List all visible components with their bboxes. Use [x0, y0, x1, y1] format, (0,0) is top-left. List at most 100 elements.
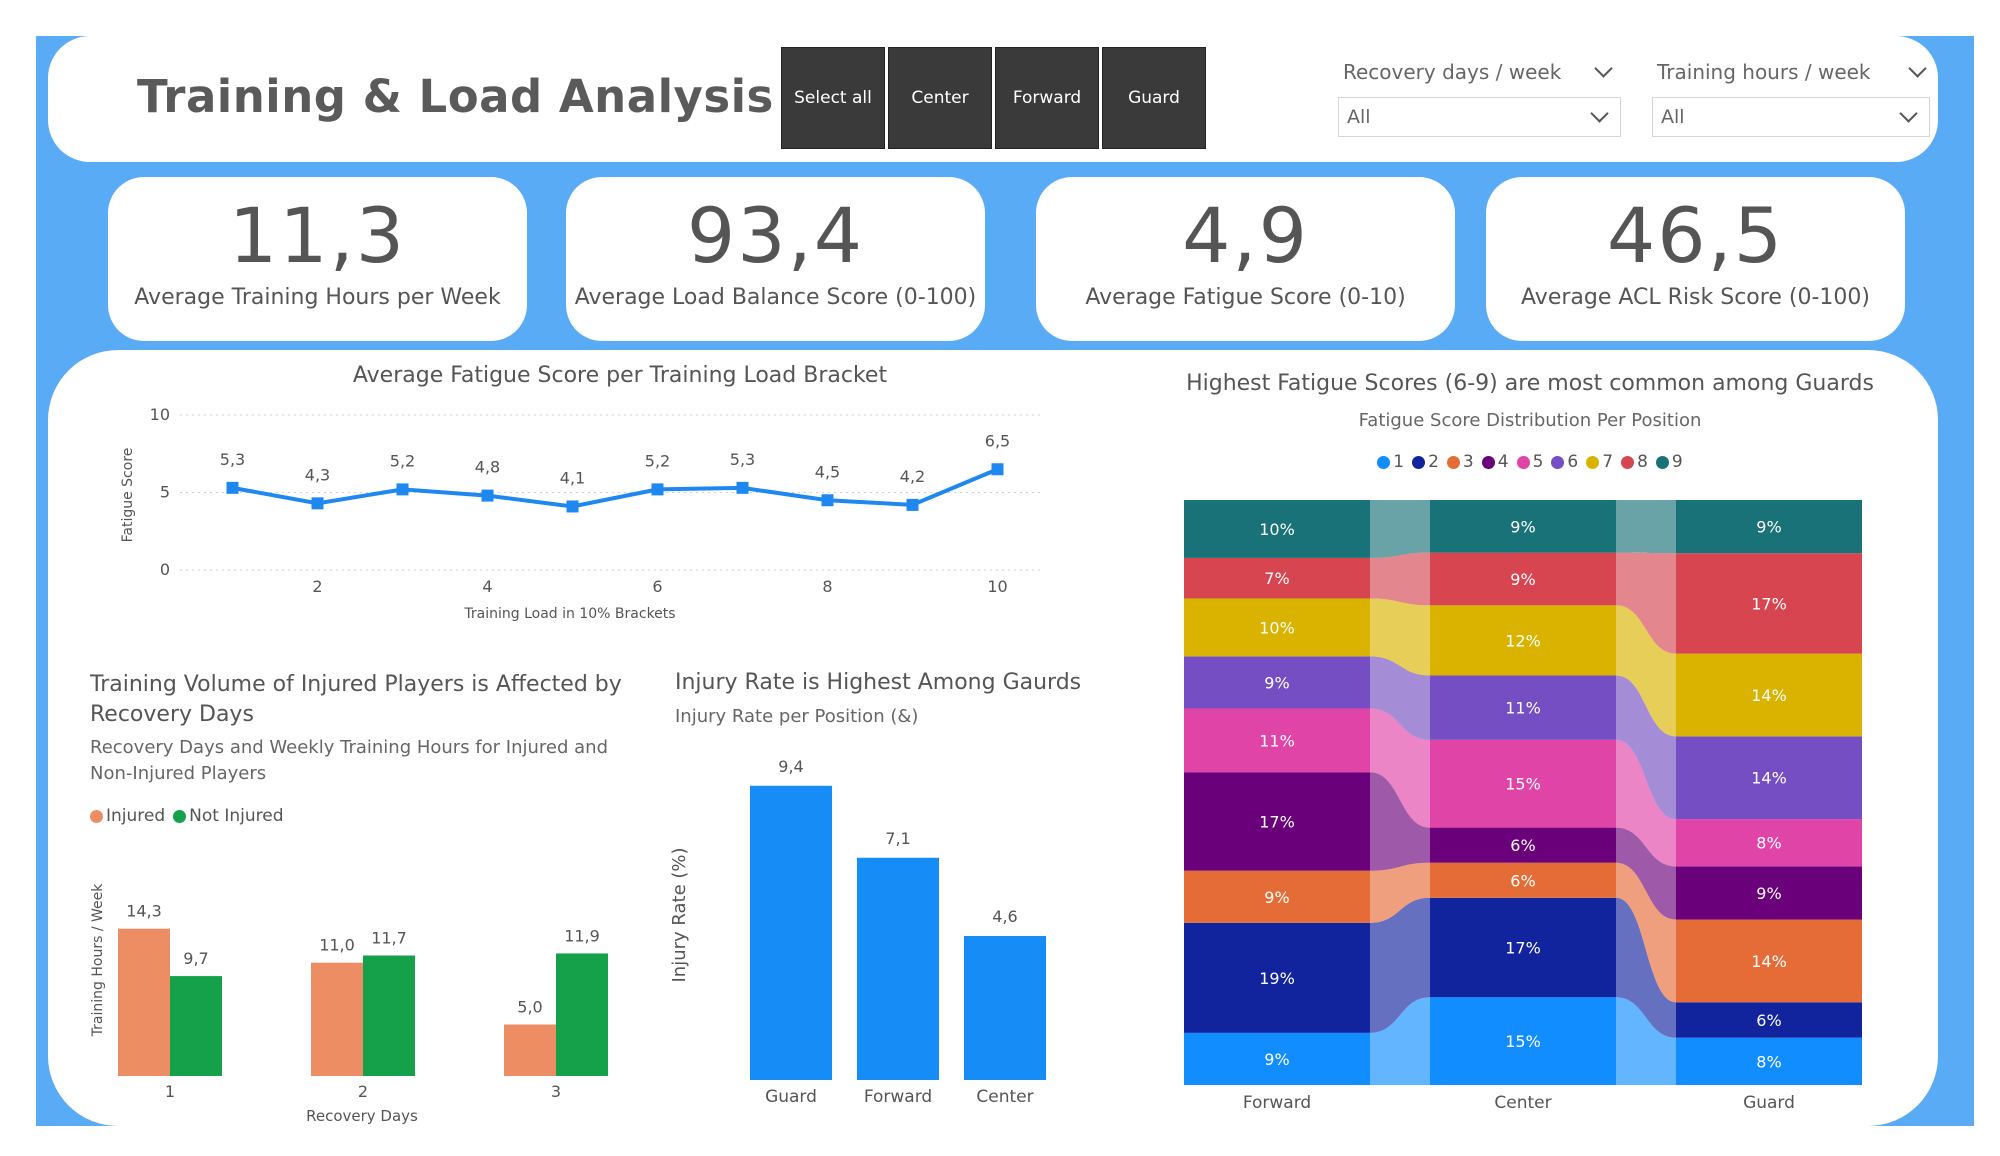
data-label: 10% — [1259, 520, 1295, 539]
training-hours-dropdown[interactable]: All — [1652, 97, 1930, 137]
data-point — [736, 481, 749, 494]
legend-item-4: 4 — [1481, 452, 1509, 472]
x-tick-label: Guard — [765, 1087, 817, 1107]
slicer-select-all-button[interactable]: Select all — [781, 47, 885, 149]
kpi-card-load-balance: 93,4 Average Load Balance Score (0-100) — [566, 177, 985, 341]
data-label: 6% — [1756, 1011, 1781, 1030]
legend-label: 9 — [1671, 452, 1683, 472]
y-tick-label: 5 — [160, 483, 170, 502]
data-point — [226, 481, 239, 494]
legend-label: 5 — [1532, 452, 1544, 472]
data-label: 9,4 — [778, 757, 803, 776]
legend-dot — [1377, 455, 1391, 469]
data-label: 5,2 — [645, 451, 670, 470]
data-label: 9% — [1264, 888, 1289, 907]
slicer-guard-button[interactable]: Guard — [1102, 47, 1206, 149]
slicer-center-button[interactable]: Center — [888, 47, 992, 149]
legend-dot — [1516, 455, 1530, 469]
x-tick-label: 3 — [551, 1082, 561, 1101]
data-label: 5,3 — [220, 450, 245, 469]
data-label: 8% — [1756, 1052, 1781, 1071]
x-tick-label: Guard — [1743, 1093, 1795, 1113]
legend-label: Not Injured — [189, 806, 284, 826]
data-label: 17% — [1751, 594, 1787, 613]
data-label: 19% — [1259, 969, 1295, 988]
data-label: 7% — [1264, 569, 1289, 588]
page-title: Training & Load Analysis — [137, 70, 774, 123]
data-label: 5,3 — [730, 450, 755, 469]
x-tick-label: 10 — [987, 577, 1007, 596]
bar — [857, 857, 939, 1080]
x-axis-label: Training Load in 10% Brackets — [463, 606, 675, 622]
x-tick-label: Center — [976, 1087, 1033, 1107]
recovery-chart-legend: Injured Not Injured — [90, 806, 284, 826]
legend-item-5: 5 — [1516, 452, 1544, 472]
data-label: 4,8 — [475, 458, 500, 477]
training-hours-filter-label: Training hours / week — [1657, 60, 1871, 84]
legend-label: 4 — [1497, 452, 1509, 472]
data-label: 14% — [1751, 686, 1787, 705]
chevron-down-icon — [1899, 104, 1918, 123]
legend-label: 2 — [1428, 452, 1439, 472]
legend-item-2: 2 — [1412, 452, 1439, 472]
kpi-label: Average Training Hours per Week — [134, 285, 501, 310]
data-label: 6% — [1510, 871, 1535, 890]
kpi-value: 4,9 — [1182, 191, 1309, 280]
data-label: 14,3 — [126, 902, 162, 921]
legend-dot — [90, 809, 103, 823]
y-tick-label: 10 — [150, 405, 170, 424]
data-label: 12% — [1505, 631, 1541, 650]
kpi-label: Average Load Balance Score (0-100) — [574, 285, 977, 310]
recovery-days-value: All — [1347, 106, 1371, 128]
data-point — [566, 500, 579, 513]
recovery-days-filter-label: Recovery days / week — [1343, 60, 1562, 84]
data-label: 6,5 — [985, 431, 1010, 450]
data-label: 17% — [1505, 939, 1541, 958]
data-point — [481, 489, 494, 502]
data-label: 9% — [1510, 570, 1535, 589]
data-label: 6% — [1510, 836, 1535, 855]
y-axis-label: Training Hours / Week — [90, 883, 106, 1038]
legend-dot — [1481, 455, 1495, 469]
legend-item-7: 7 — [1586, 452, 1613, 472]
kpi-card-acl-risk: 46,5 Average ACL Risk Score (0-100) — [1486, 177, 1905, 341]
injury-chart-title: Injury Rate is Highest Among Gaurds — [675, 670, 1082, 695]
data-label: 15% — [1505, 775, 1541, 794]
injury-rate-bar-chart: 9,4 Guard 7,1 Forward 4,6 Center Injury Rate (… — [669, 757, 1046, 1107]
recovery-days-dropdown[interactable]: All — [1338, 97, 1621, 137]
legend-dot — [1446, 455, 1460, 469]
data-label: 11,9 — [564, 926, 600, 945]
kpi-value: 11,3 — [228, 191, 407, 280]
line-chart-title: Average Fatigue Score per Training Load … — [352, 363, 888, 388]
data-point — [991, 463, 1004, 476]
y-axis-label: Injury Rate (%) — [669, 847, 690, 982]
data-label: 14% — [1751, 769, 1787, 788]
legend-item-1: 1 — [1377, 452, 1404, 472]
data-label: 11% — [1259, 731, 1295, 750]
fatigue-line-chart: 0 5 10 2 4 6 8 10 Training Load in 10% Brackets F… — [120, 405, 1040, 622]
legend-label: 1 — [1393, 452, 1405, 472]
data-point — [651, 483, 664, 496]
ribbon-chart-subtitle: Fatigue Score Distribution Per Position — [1358, 410, 1702, 431]
x-tick-label: Center — [1494, 1093, 1551, 1113]
bar — [750, 785, 832, 1080]
data-label: 7,1 — [885, 829, 910, 848]
legend-item-8: 8 — [1621, 452, 1648, 472]
training-hours-value: All — [1661, 106, 1685, 128]
bar-injured — [118, 928, 170, 1076]
bar-injured — [504, 1024, 556, 1076]
data-label: 4,2 — [900, 467, 925, 486]
ribbon-9 — [1370, 500, 1430, 558]
ribbon-chart-title: Highest Fatigue Scores (6-9) are most co… — [1186, 371, 1874, 396]
data-label: 9% — [1756, 884, 1781, 903]
data-label: 4,1 — [560, 468, 585, 487]
data-label: 15% — [1505, 1032, 1541, 1051]
bar-not-injured — [170, 976, 222, 1076]
legend-dot — [1621, 455, 1635, 469]
legend-dot — [1655, 455, 1669, 469]
data-label: 5,2 — [390, 451, 415, 470]
recovery-chart-subtitle: Recovery Days and Weekly Training Hours … — [90, 737, 608, 784]
slicer-forward-button[interactable]: Forward — [995, 47, 1099, 149]
x-tick-label: 8 — [822, 577, 832, 596]
legend-dot — [173, 809, 187, 823]
